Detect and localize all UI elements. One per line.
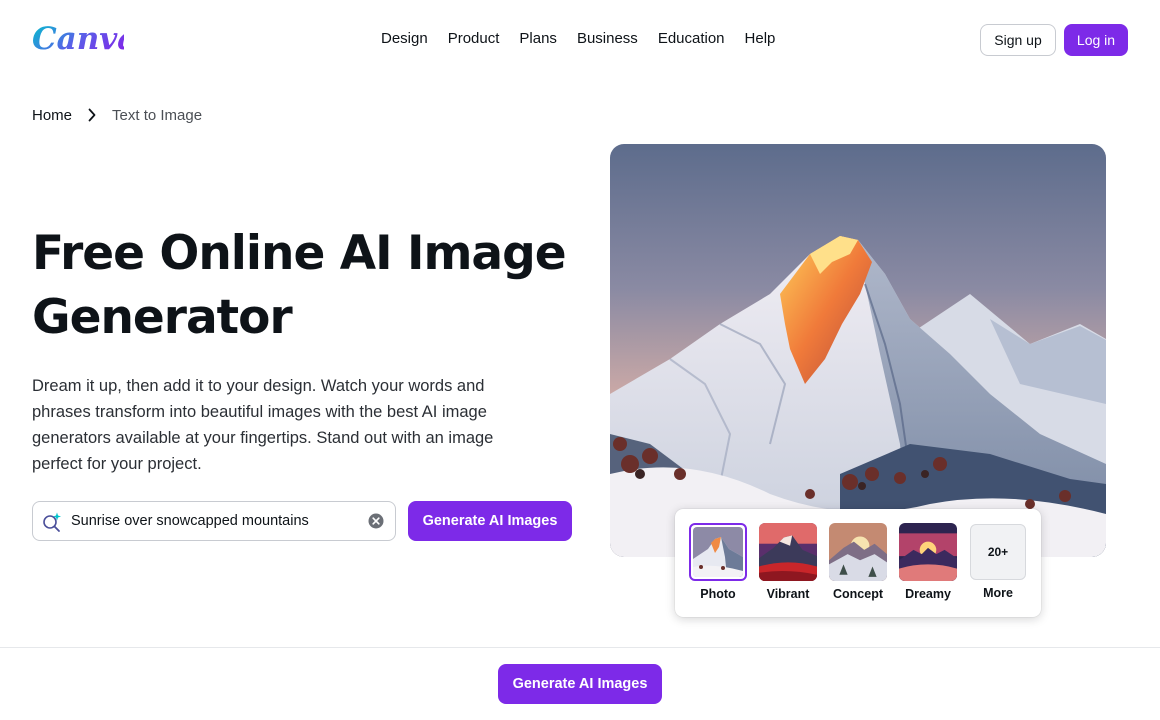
- style-picker: Photo Vibrant Concept Dreamy 20+ More: [675, 509, 1041, 617]
- prompt-search-box[interactable]: [32, 501, 396, 541]
- photo-thumbnail: [689, 523, 747, 581]
- hero-description: Dream it up, then add it to your design.…: [32, 377, 494, 473]
- hero-mountain-image: [610, 144, 1106, 557]
- style-label-dreamy: Dreamy: [905, 587, 951, 601]
- style-label-concept: Concept: [833, 587, 883, 601]
- style-option-photo[interactable]: Photo: [687, 523, 749, 601]
- concept-thumbnail: [829, 523, 887, 581]
- clear-icon[interactable]: [368, 513, 384, 529]
- signup-button[interactable]: Sign up: [980, 24, 1056, 56]
- nav-business[interactable]: Business: [567, 29, 648, 51]
- vibrant-thumbnail: [759, 523, 817, 581]
- prompt-input[interactable]: [71, 508, 351, 534]
- style-label-vibrant: Vibrant: [766, 587, 810, 601]
- nav-plans[interactable]: Plans: [509, 29, 567, 51]
- breadcrumb-current: Text to Image: [112, 106, 203, 124]
- dreamy-thumbnail: [899, 523, 957, 581]
- sticky-generate-button[interactable]: Generate AI Images: [498, 664, 662, 704]
- magic-search-icon: [41, 511, 63, 533]
- nav-design[interactable]: Design: [371, 29, 438, 51]
- sticky-bottom-bar: Generate AI Images: [0, 647, 1160, 720]
- style-option-dreamy[interactable]: Dreamy: [897, 523, 959, 601]
- generate-ai-images-button[interactable]: Generate AI Images: [408, 501, 572, 541]
- more-styles-badge: 20+: [970, 524, 1026, 580]
- style-option-concept[interactable]: Concept: [827, 523, 889, 601]
- style-label-photo: Photo: [700, 587, 736, 601]
- nav-help[interactable]: Help: [735, 29, 786, 51]
- site-header: Canva Design Product Plans Business Educ…: [0, 0, 1160, 80]
- nav-product[interactable]: Product: [438, 29, 510, 51]
- style-option-vibrant[interactable]: Vibrant: [757, 523, 819, 601]
- login-button[interactable]: Log in: [1064, 24, 1128, 56]
- svg-text:Canva: Canva: [32, 21, 124, 57]
- main-nav: Design Product Plans Business Education …: [371, 29, 785, 51]
- breadcrumb-home-link[interactable]: Home: [32, 107, 72, 124]
- canva-logo[interactable]: Canva: [32, 18, 137, 60]
- breadcrumb: Home Text to Image: [32, 104, 202, 126]
- style-option-more[interactable]: 20+ More: [967, 523, 1029, 600]
- nav-education[interactable]: Education: [648, 29, 735, 51]
- page-title: Free Online AI Image Generator: [32, 226, 567, 345]
- style-label-more: More: [983, 586, 1013, 600]
- chevron-right-icon: [72, 104, 112, 126]
